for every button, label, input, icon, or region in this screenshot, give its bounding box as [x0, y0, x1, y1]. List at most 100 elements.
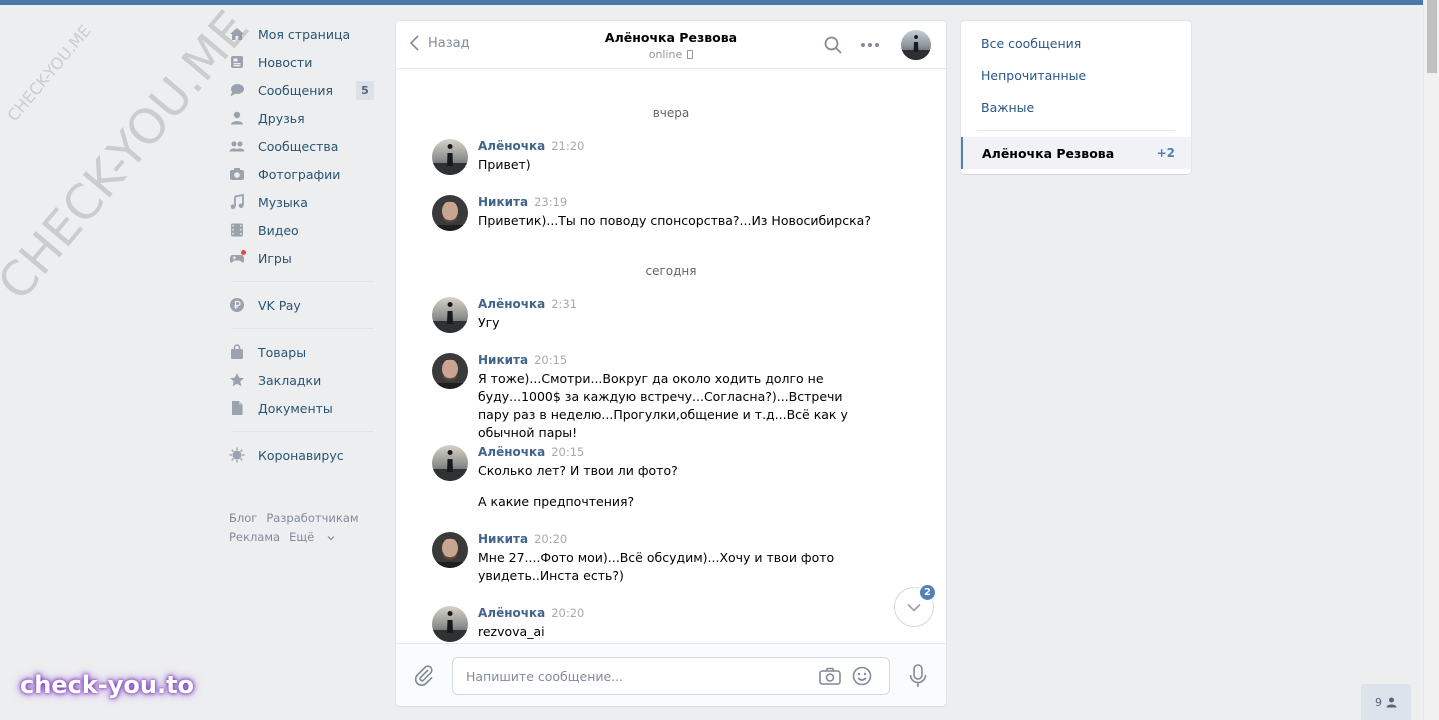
- footer-link-more[interactable]: Ещё: [289, 530, 335, 544]
- avatar[interactable]: [432, 139, 468, 175]
- microphone-icon[interactable]: [908, 664, 928, 692]
- message-time[interactable]: 21:20: [551, 139, 584, 153]
- message-author[interactable]: Никита: [478, 353, 528, 367]
- filter-unread[interactable]: Непрочитанные: [961, 59, 1191, 91]
- message-time[interactable]: 2:31: [551, 297, 577, 311]
- ruble-icon: [229, 297, 245, 313]
- message-time[interactable]: 20:20: [551, 606, 584, 620]
- active-conversation-name: Алёночка Резвова: [982, 145, 1115, 161]
- chat-header: Назад Алёночка Резвова online: [396, 21, 946, 69]
- sidebar-divider: [231, 328, 374, 329]
- sidebar-item-label: Игры: [258, 250, 292, 266]
- sidebar-item-label: Закладки: [258, 372, 322, 388]
- message-author[interactable]: Никита: [478, 195, 528, 209]
- sidebar-item-label: Новости: [258, 54, 313, 70]
- footer-link-blog[interactable]: Блог: [229, 511, 257, 525]
- messages-filter-panel: Все сообщения Непрочитанные Важные Алёно…: [961, 21, 1191, 174]
- message-history[interactable]: вчера Алёночка 21:20 Привет) Никита 23:19 …: [396, 69, 946, 643]
- scrollbar-thumb[interactable]: [1427, 0, 1437, 73]
- footer-more-label: Ещё: [289, 530, 315, 544]
- smile-icon[interactable]: [852, 666, 872, 690]
- message-text: Угу: [478, 315, 500, 330]
- active-conversation[interactable]: Алёночка Резвова +2: [961, 137, 1191, 169]
- chat-window: Назад Алёночка Резвова online вчера Алён…: [396, 21, 946, 706]
- chevron-down-icon: [907, 603, 921, 612]
- avatar[interactable]: [432, 195, 468, 231]
- sidebar-item-photos[interactable]: Фотографии: [229, 160, 379, 188]
- message-text: Приветик)...Ты по поводу спонсорства?...…: [478, 213, 871, 228]
- chevron-down-icon: [327, 536, 335, 541]
- paperclip-icon[interactable]: [414, 664, 434, 690]
- online-count: 9: [1375, 695, 1382, 709]
- sidebar-item-label: Коронавирус: [258, 447, 344, 463]
- mobile-icon: [687, 50, 694, 59]
- avatar[interactable]: [432, 297, 468, 333]
- sidebar-item-coronavirus[interactable]: Коронавирус: [229, 441, 379, 469]
- message-text: Я тоже)...Смотри...Вокруг да около ходит…: [478, 371, 848, 440]
- sidebar-item-music[interactable]: Музыка: [229, 188, 379, 216]
- message-time[interactable]: 23:19: [534, 195, 567, 209]
- avatar[interactable]: [432, 606, 468, 642]
- page-scrollbar[interactable]: [1423, 0, 1439, 720]
- avatar[interactable]: [432, 532, 468, 568]
- more-icon[interactable]: [860, 35, 880, 59]
- avatar[interactable]: [432, 353, 468, 389]
- watermark-text: CHECK-YOU.ME: [3, 21, 95, 125]
- panel-divider: [977, 130, 1175, 131]
- message-text: Мне 27....Фото мои)...Всё обсудим)...Хоч…: [478, 550, 835, 583]
- camera-icon[interactable]: [819, 667, 841, 689]
- sidebar-item-label: Друзья: [258, 110, 305, 126]
- message-author[interactable]: Никита: [478, 532, 528, 546]
- sidebar-item-label: Сообщения: [258, 82, 334, 98]
- message-author[interactable]: Алёночка: [478, 139, 545, 153]
- left-sidebar: Моя страница Новости Сообщения 5 Друзья …: [229, 20, 379, 547]
- sidebar-item-video[interactable]: Видео: [229, 216, 379, 244]
- sidebar-item-label: Музыка: [258, 194, 308, 210]
- watermark-logo: check-you.to: [20, 671, 195, 699]
- sidebar-item-bookmarks[interactable]: Закладки: [229, 366, 379, 394]
- online-friends-button[interactable]: 9: [1361, 684, 1411, 720]
- sidebar-item-groups[interactable]: Сообщества: [229, 132, 379, 160]
- virus-icon: [229, 447, 245, 463]
- message-time[interactable]: 20:15: [551, 445, 584, 459]
- message-time[interactable]: 20:20: [534, 532, 567, 546]
- message-author[interactable]: Алёночка: [478, 297, 545, 311]
- sidebar-item-label: Моя страница: [258, 26, 351, 42]
- person-icon: [1386, 697, 1397, 707]
- search-icon[interactable]: [824, 36, 842, 58]
- sidebar-item-label: Товары: [258, 344, 307, 360]
- games-notification-dot: [241, 250, 246, 255]
- unread-count-badge[interactable]: 2: [918, 583, 937, 602]
- footer-link-ads[interactable]: Реклама: [229, 530, 280, 544]
- footer-link-developers[interactable]: Разработчикам: [266, 511, 358, 525]
- friend-icon: [229, 110, 245, 126]
- peer-avatar[interactable]: [901, 30, 931, 60]
- messages-icon: [229, 82, 245, 98]
- filter-important[interactable]: Важные: [961, 91, 1191, 123]
- sidebar-item-games[interactable]: Игры: [229, 244, 379, 272]
- message-meta: Никита 20:20: [478, 532, 567, 546]
- sidebar-divider: [231, 281, 374, 282]
- sidebar-item-messages[interactable]: Сообщения 5: [229, 76, 379, 104]
- peer-status-text: online: [648, 48, 683, 61]
- message-meta: Алёночка 21:20: [478, 139, 584, 153]
- sidebar-item-news[interactable]: Новости: [229, 48, 379, 76]
- message-meta: Алёночка 20:20: [478, 606, 584, 620]
- active-conversation-count: +2: [1156, 146, 1175, 160]
- message-text: Сколько лет? И твои ли фото?: [478, 463, 678, 478]
- sidebar-item-vkpay[interactable]: VK Pay: [229, 291, 379, 319]
- day-separator: вчера: [652, 106, 690, 120]
- message-text: Привет): [478, 157, 531, 172]
- messages-count-badge: 5: [356, 81, 374, 100]
- message-input[interactable]: [453, 658, 793, 694]
- message-author[interactable]: Алёночка: [478, 606, 545, 620]
- sidebar-item-documents[interactable]: Документы: [229, 394, 379, 422]
- filter-all-messages[interactable]: Все сообщения: [961, 27, 1191, 59]
- sidebar-item-goods[interactable]: Товары: [229, 338, 379, 366]
- message-author[interactable]: Алёночка: [478, 445, 545, 459]
- groups-icon: [229, 138, 245, 154]
- sidebar-item-friends[interactable]: Друзья: [229, 104, 379, 132]
- message-text: rezvova_ai: [478, 624, 545, 639]
- avatar[interactable]: [432, 445, 468, 481]
- message-time[interactable]: 20:15: [534, 353, 567, 367]
